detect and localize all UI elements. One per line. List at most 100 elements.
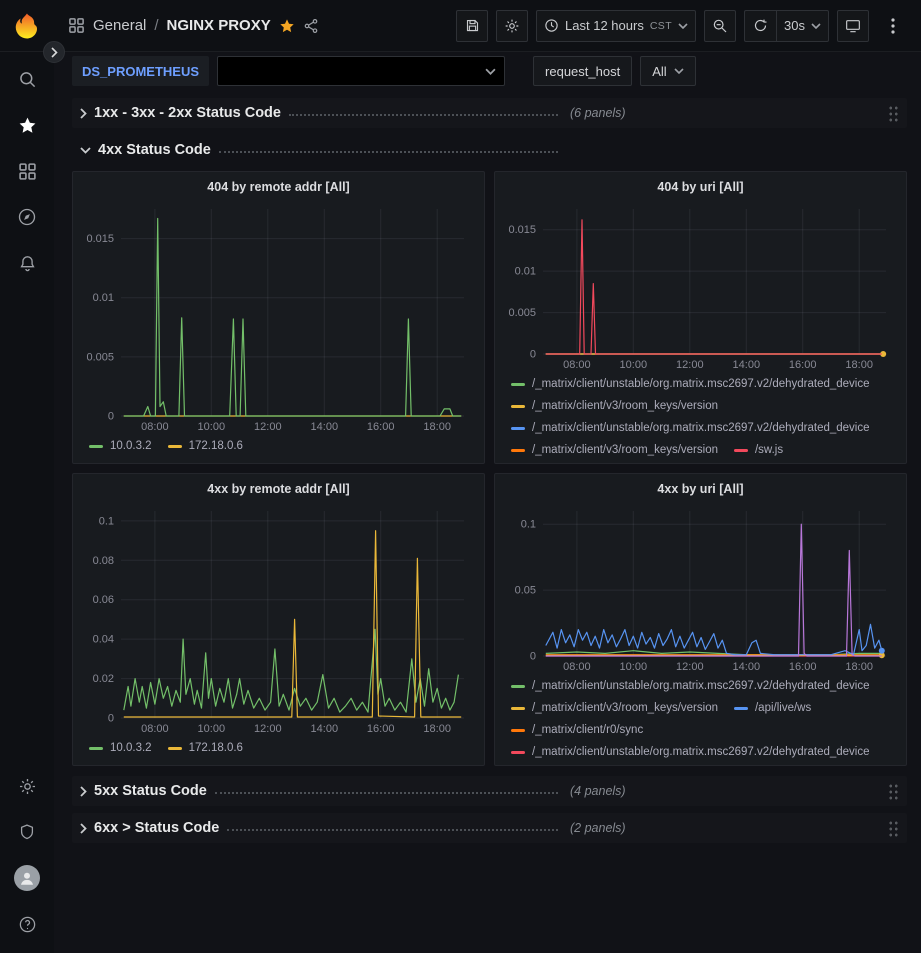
user-avatar: [14, 865, 40, 891]
dotted-leader: [215, 792, 558, 794]
legend-item[interactable]: 172.18.0.6: [168, 435, 243, 457]
legend-item[interactable]: /_matrix/client/r0/sync: [511, 719, 643, 741]
row-6xx[interactable]: 6xx > Status Code (2 panels): [72, 813, 907, 843]
x-axis-label: 10:00: [620, 359, 648, 371]
variables-bar: DS_PROMETHEUS request_host All: [54, 52, 921, 90]
panel-4: 4xx by uri [All]08:0010:0012:0014:0016:0…: [494, 473, 907, 766]
grafana-flame-icon: [12, 11, 42, 41]
chevron-down-icon[interactable]: [80, 147, 91, 154]
series-line: [124, 629, 459, 712]
x-axis-label: 14:00: [311, 421, 339, 433]
y-axis-label: 0.1: [99, 515, 114, 527]
dashboard-settings-button[interactable]: [496, 10, 528, 42]
time-series-chart[interactable]: 08:0010:0012:0014:0016:0018:0000.0050.01…: [501, 201, 900, 372]
tv-mode-button[interactable]: [837, 10, 869, 42]
legend-item[interactable]: /api/live/ws: [734, 697, 811, 719]
series-color-dash: [168, 445, 182, 448]
favorite-star-icon[interactable]: [279, 18, 295, 34]
x-axis-label: 12:00: [254, 421, 282, 433]
sidebar-item-search[interactable]: [5, 56, 49, 102]
y-axis-label: 0: [530, 651, 536, 663]
sidebar-item-alerting[interactable]: [5, 240, 49, 286]
sidebar-item-explore[interactable]: [5, 194, 49, 240]
time-series-chart[interactable]: 08:0010:0012:0014:0016:0018:0000.0050.01…: [79, 201, 478, 434]
toolbar-actions: Last 12 hours CST 30s: [456, 10, 921, 42]
chevron-down-icon: [678, 23, 688, 29]
legend-item[interactable]: /_matrix/client/unstable/org.matrix.msc2…: [511, 741, 870, 763]
row-1xx-3xx-2xx[interactable]: 1xx - 3xx - 2xx Status Code (6 panels): [72, 98, 907, 128]
sidebar-item-starred[interactable]: [5, 102, 49, 148]
breadcrumb-separator: /: [154, 17, 158, 34]
zoom-out-button[interactable]: [704, 10, 736, 42]
variable-label-request-host[interactable]: request_host: [533, 56, 632, 86]
legend-item[interactable]: 10.0.3.2: [89, 737, 152, 759]
chevron-right-icon[interactable]: [80, 108, 87, 119]
y-axis-label: 0.04: [93, 634, 114, 646]
series-end-dot: [879, 648, 885, 654]
time-series-chart[interactable]: 08:0010:0012:0014:0016:0018:0000.020.040…: [79, 503, 478, 736]
series-line: [124, 531, 461, 717]
chevron-down-icon: [477, 68, 504, 75]
legend-item[interactable]: /sw.js: [734, 439, 783, 461]
legend-item[interactable]: /_matrix/client/unstable/org.matrix.msc2…: [511, 417, 870, 439]
series-color-dash: [511, 751, 525, 754]
dashboard-title[interactable]: NGINX PROXY: [167, 17, 271, 34]
variable-label-ds-prometheus[interactable]: DS_PROMETHEUS: [72, 56, 209, 86]
legend-label: /_matrix/client/unstable/org.matrix.msc2…: [532, 746, 870, 758]
legend-item[interactable]: /_matrix/client/unstable/org.matrix.msc2…: [511, 373, 870, 395]
save-dashboard-button[interactable]: [456, 10, 488, 42]
time-series-chart[interactable]: 08:0010:0012:0014:0016:0018:0000.050.1: [501, 503, 900, 674]
legend-item[interactable]: /_matrix/client/unstable/org.matrix.msc2…: [511, 675, 870, 697]
legend-item[interactable]: /_matrix/client/v3/room_keys/version: [511, 395, 718, 417]
row-title: 6xx > Status Code: [94, 820, 219, 836]
kebab-menu-button[interactable]: [877, 10, 909, 42]
sidebar-item-profile[interactable]: [5, 855, 49, 901]
save-icon: [465, 18, 480, 33]
panel-count: (6 panels): [570, 106, 626, 120]
share-icon[interactable]: [303, 18, 319, 34]
timezone-label: CST: [650, 20, 672, 32]
refresh-group: 30s: [744, 10, 829, 42]
panel-title[interactable]: 404 by uri [All]: [495, 172, 906, 201]
dotted-leader: [289, 114, 558, 116]
legend-item[interactable]: /_matrix/client/v3/room_keys/version: [511, 697, 718, 719]
panel-title[interactable]: 404 by remote addr [All]: [73, 172, 484, 201]
clock-icon: [544, 18, 559, 33]
sidebar-item-help[interactable]: [5, 901, 49, 947]
row-4xx[interactable]: 4xx Status Code: [72, 135, 907, 165]
x-axis-label: 18:00: [845, 359, 873, 371]
refresh-button[interactable]: [744, 10, 776, 42]
row-drag-handle[interactable]: [888, 105, 899, 122]
y-axis-label: 0: [108, 713, 114, 725]
sidebar-item-server-admin[interactable]: [5, 809, 49, 855]
series-line: [546, 220, 882, 354]
breadcrumb-section[interactable]: General: [93, 17, 146, 34]
row-title: 4xx Status Code: [98, 142, 211, 158]
row-5xx[interactable]: 5xx Status Code (4 panels): [72, 776, 907, 806]
chevron-right-icon: [51, 47, 58, 58]
refresh-interval-dropdown[interactable]: 30s: [776, 10, 829, 42]
datasource-select[interactable]: [217, 56, 505, 86]
chevron-right-icon[interactable]: [80, 823, 87, 834]
time-range-picker[interactable]: Last 12 hours CST: [536, 10, 696, 42]
panel-title[interactable]: 4xx by remote addr [All]: [73, 474, 484, 503]
legend-label: /api/live/ws: [755, 702, 811, 714]
row-drag-handle[interactable]: [888, 820, 899, 837]
legend-item[interactable]: 172.18.0.6: [168, 737, 243, 759]
legend-item[interactable]: /_matrix/client/v3/room_keys/version: [511, 439, 718, 461]
row-drag-handle[interactable]: [888, 783, 899, 800]
chevron-right-icon[interactable]: [80, 786, 87, 797]
chevron-down-icon: [674, 68, 684, 74]
grafana-logo[interactable]: [0, 11, 54, 41]
series-line: [546, 624, 882, 654]
expand-sidebar-button[interactable]: [43, 41, 65, 63]
series-color-dash: [511, 405, 525, 408]
left-sidebar: [0, 52, 54, 953]
series-color-dash: [511, 707, 525, 710]
x-axis-label: 16:00: [367, 723, 395, 735]
request-host-select[interactable]: All: [640, 56, 695, 86]
sidebar-item-dashboards[interactable]: [5, 148, 49, 194]
panel-title[interactable]: 4xx by uri [All]: [495, 474, 906, 503]
legend-item[interactable]: 10.0.3.2: [89, 435, 152, 457]
sidebar-item-configuration[interactable]: [5, 763, 49, 809]
